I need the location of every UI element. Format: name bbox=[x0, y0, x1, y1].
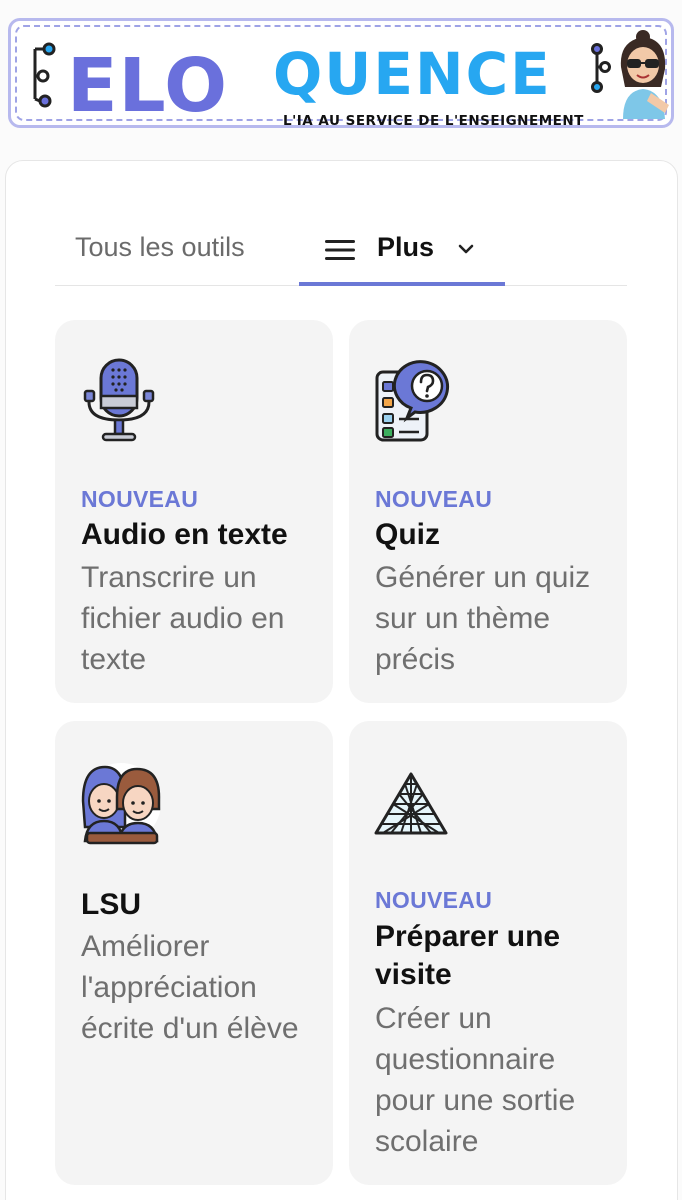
pyramid-icon bbox=[374, 772, 448, 835]
brand-banner: ELO QUENCE L'IA AU SERVICE DE L'ENSEIGNE… bbox=[8, 18, 674, 129]
circuit-left-icon bbox=[33, 42, 56, 108]
tab-all-tools[interactable]: Tous les outils bbox=[75, 232, 245, 263]
tool-card-audio-to-text[interactable]: NOUVEAU Audio en texte Transcrire un fic… bbox=[55, 320, 333, 703]
new-badge: NOUVEAU bbox=[375, 887, 493, 913]
hamburger-menu-icon bbox=[325, 240, 355, 260]
students-icon bbox=[81, 763, 161, 845]
tool-description: Transcrire un fichier audio en texte bbox=[81, 561, 285, 676]
microphone-icon bbox=[83, 358, 155, 442]
tool-description: Générer un quiz sur un thème précis bbox=[375, 561, 591, 676]
banner-tagline: L'IA AU SERVICE DE L'ENSEIGNEMENT bbox=[283, 113, 584, 129]
tool-card-lsu[interactable]: LSU Améliorer l'appréciation écrite d'un… bbox=[55, 721, 333, 1185]
logo-quence: QUENCE bbox=[273, 40, 552, 108]
tab-more-label: Plus bbox=[377, 232, 435, 262]
tool-title: Préparer une visite bbox=[375, 920, 561, 991]
tab-more[interactable]: Plus bbox=[299, 222, 505, 286]
new-badge: NOUVEAU bbox=[375, 486, 493, 512]
mascot-avatar-icon bbox=[620, 30, 669, 119]
circuit-right-icon bbox=[591, 43, 611, 93]
quiz-icon bbox=[375, 360, 450, 442]
new-badge: NOUVEAU bbox=[81, 486, 199, 512]
tool-description: Créer un questionnaire pour une sortie s… bbox=[375, 1002, 576, 1158]
tool-title: Audio en texte bbox=[81, 518, 288, 551]
chevron-down-icon bbox=[458, 244, 474, 254]
tool-title: LSU bbox=[81, 888, 141, 921]
logo-elo: ELO bbox=[67, 43, 228, 129]
tool-description: Améliorer l'appréciation écrite d'un élè… bbox=[81, 930, 299, 1045]
tools-tab-bar: Tous les outils Plus bbox=[55, 222, 627, 286]
tool-card-prepare-visit[interactable]: NOUVEAU Préparer une visite Créer un que… bbox=[349, 721, 627, 1185]
tool-title: Quiz bbox=[375, 518, 440, 551]
tool-card-quiz[interactable]: NOUVEAU Quiz Générer un quiz sur un thèm… bbox=[349, 320, 627, 703]
